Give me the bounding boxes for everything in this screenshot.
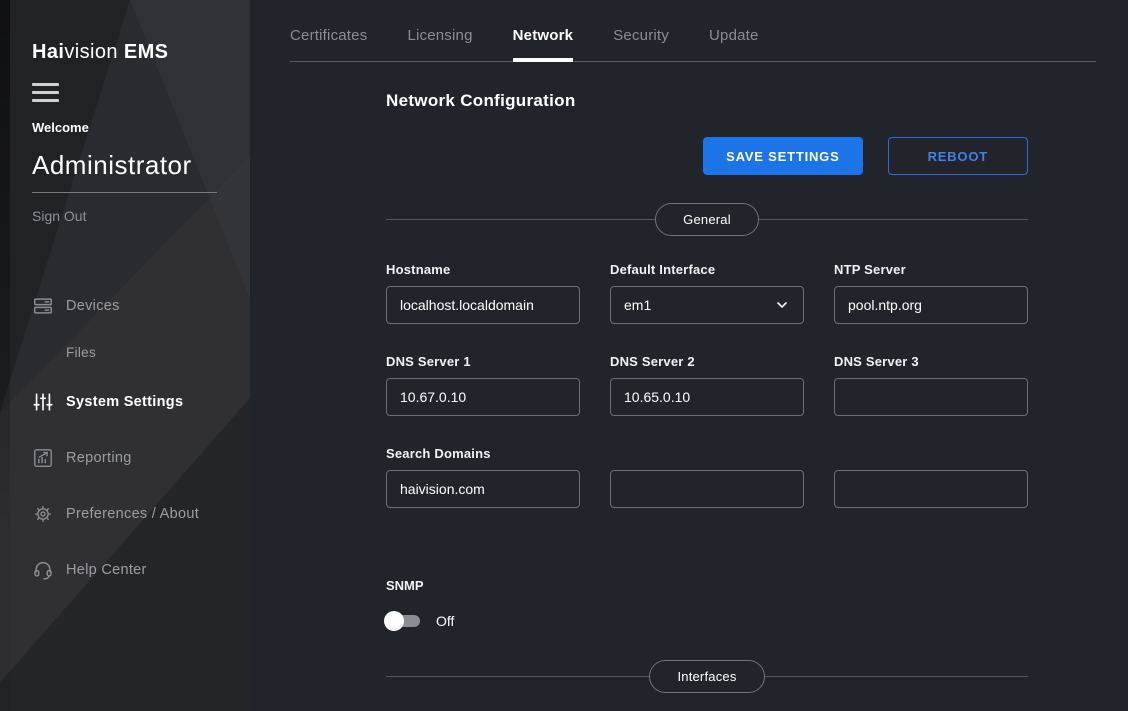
hostname-field-group: Hostname: [386, 262, 580, 324]
devices-icon: [32, 295, 54, 317]
settings-tabbar: Certificates Licensing Network Security …: [290, 0, 1096, 62]
user-divider: [32, 192, 217, 193]
sidebar-item-label: System Settings: [66, 394, 183, 410]
app-logo: Haivision EMS: [32, 41, 168, 64]
gear-icon: [32, 503, 54, 525]
sidebar: Haivision EMS Welcome Administrator Sign …: [0, 0, 250, 711]
sidebar-item-label: Preferences / About: [66, 506, 199, 522]
sidebar-item-label: Reporting: [66, 450, 132, 466]
tab-security[interactable]: Security: [613, 27, 669, 61]
chart-icon: [32, 447, 54, 469]
username: Administrator: [32, 150, 192, 181]
sign-out-link[interactable]: Sign Out: [32, 208, 86, 224]
search-domains-label: Search Domains: [386, 446, 580, 461]
snmp-label: SNMP: [386, 578, 1028, 593]
sidebar-item-preferences[interactable]: Preferences / About: [32, 502, 199, 526]
logo-text-light: vision: [64, 41, 118, 63]
search-domains-field-group: Search Domains: [386, 446, 580, 508]
chevron-down-icon: [774, 297, 790, 313]
welcome-label: Welcome: [32, 120, 89, 135]
interfaces-section-pill: Interfaces: [649, 660, 764, 693]
default-interface-field-group: Default Interface em1: [610, 262, 804, 324]
sidebar-item-label: Files: [66, 345, 96, 360]
default-interface-select[interactable]: em1: [610, 286, 804, 324]
sidebar-item-files[interactable]: Files: [66, 340, 96, 364]
tab-licensing[interactable]: Licensing: [407, 27, 472, 61]
snmp-toggle-row: Off: [386, 611, 1028, 631]
dns2-label: DNS Server 2: [610, 354, 804, 369]
hamburger-menu-icon[interactable]: [32, 83, 59, 102]
search-domain-3-input[interactable]: [834, 470, 1028, 508]
toggle-knob: [384, 611, 404, 631]
tab-certificates[interactable]: Certificates: [290, 27, 367, 61]
headset-icon: [32, 559, 54, 581]
sliders-icon: [32, 391, 54, 413]
reboot-button[interactable]: REBOOT: [888, 137, 1028, 175]
logo-text-suffix: EMS: [124, 41, 169, 63]
general-form: Hostname Default Interface em1 NTP Serve…: [386, 262, 1028, 508]
dns1-input[interactable]: [386, 378, 580, 416]
search-domain-1-input[interactable]: [386, 470, 580, 508]
action-buttons: SAVE SETTINGS REBOOT: [386, 137, 1028, 175]
search-domain-2-field-group: [610, 470, 804, 508]
ntp-server-field-group: NTP Server: [834, 262, 1028, 324]
search-domain-2-input[interactable]: [610, 470, 804, 508]
ntp-server-input[interactable]: [834, 286, 1028, 324]
sidebar-item-help-center[interactable]: Help Center: [32, 558, 147, 582]
general-section-divider: General: [386, 202, 1028, 236]
main-content: Certificates Licensing Network Security …: [250, 0, 1128, 711]
selected-interface-value: em1: [624, 297, 651, 313]
network-config-panel: Network Configuration SAVE SETTINGS REBO…: [386, 91, 1028, 693]
general-section-pill: General: [655, 203, 759, 236]
dns3-input[interactable]: [834, 378, 1028, 416]
hostname-label: Hostname: [386, 262, 580, 277]
sidebar-item-reporting[interactable]: Reporting: [32, 446, 132, 470]
tab-network[interactable]: Network: [513, 27, 574, 61]
default-interface-label: Default Interface: [610, 262, 804, 277]
ntp-server-label: NTP Server: [834, 262, 1028, 277]
snmp-state-label: Off: [436, 613, 454, 629]
sidebar-item-devices[interactable]: Devices: [32, 294, 120, 318]
dns1-field-group: DNS Server 1: [386, 354, 580, 416]
interfaces-section-divider: Interfaces: [386, 659, 1028, 693]
dns1-label: DNS Server 1: [386, 354, 580, 369]
page-title: Network Configuration: [386, 91, 1028, 111]
save-settings-button[interactable]: SAVE SETTINGS: [703, 137, 862, 175]
sidebar-item-label: Help Center: [66, 562, 147, 578]
tab-update[interactable]: Update: [709, 27, 759, 61]
dns2-input[interactable]: [610, 378, 804, 416]
snmp-toggle[interactable]: [386, 611, 420, 631]
dns3-field-group: DNS Server 3: [834, 354, 1028, 416]
logo-text-bold: Hai: [32, 41, 64, 63]
dns3-label: DNS Server 3: [834, 354, 1028, 369]
hostname-input[interactable]: [386, 286, 580, 324]
dns2-field-group: DNS Server 2: [610, 354, 804, 416]
sidebar-item-system-settings[interactable]: System Settings: [32, 390, 183, 414]
search-domain-3-field-group: [834, 470, 1028, 508]
sidebar-item-label: Devices: [66, 298, 120, 314]
sidebar-edge-shadow: [0, 0, 10, 711]
